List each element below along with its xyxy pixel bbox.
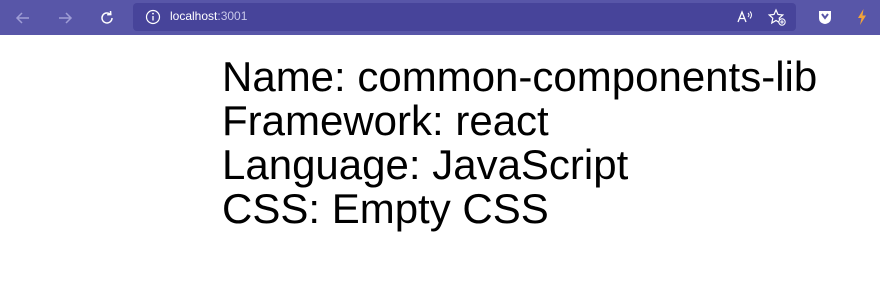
reload-button[interactable]: [94, 5, 120, 31]
favorites-button[interactable]: [767, 7, 787, 27]
bolt-extension-button[interactable]: [852, 7, 872, 27]
bolt-extension-icon: [858, 9, 866, 25]
url-text[interactable]: localhost:3001: [170, 9, 247, 23]
forward-button[interactable]: [52, 5, 78, 31]
read-aloud-icon: [737, 10, 752, 23]
reload-icon: [101, 10, 113, 24]
shield-extension-button[interactable]: [815, 7, 835, 27]
css-line: CSS: Empty CSS: [222, 185, 549, 232]
browser-toolbar: localhost:3001: [0, 0, 880, 35]
shield-extension-icon: [819, 11, 831, 24]
arrow-left-icon: [15, 12, 29, 24]
back-button[interactable]: [10, 5, 36, 31]
framework-line: Framework: react: [222, 97, 549, 144]
language-line: Language: JavaScript: [222, 141, 629, 188]
arrow-right-icon: [59, 12, 73, 24]
site-info-button[interactable]: [144, 8, 162, 26]
info-icon: [145, 9, 161, 25]
page-content: Name: common-components-lib Framework: r…: [222, 55, 817, 231]
project-name-line: Name: common-components-lib: [222, 53, 818, 100]
read-aloud-button[interactable]: [735, 7, 755, 27]
favorites-icon: [767, 8, 786, 26]
url-host: localhost: [170, 9, 218, 23]
url-port: :3001: [217, 9, 248, 23]
